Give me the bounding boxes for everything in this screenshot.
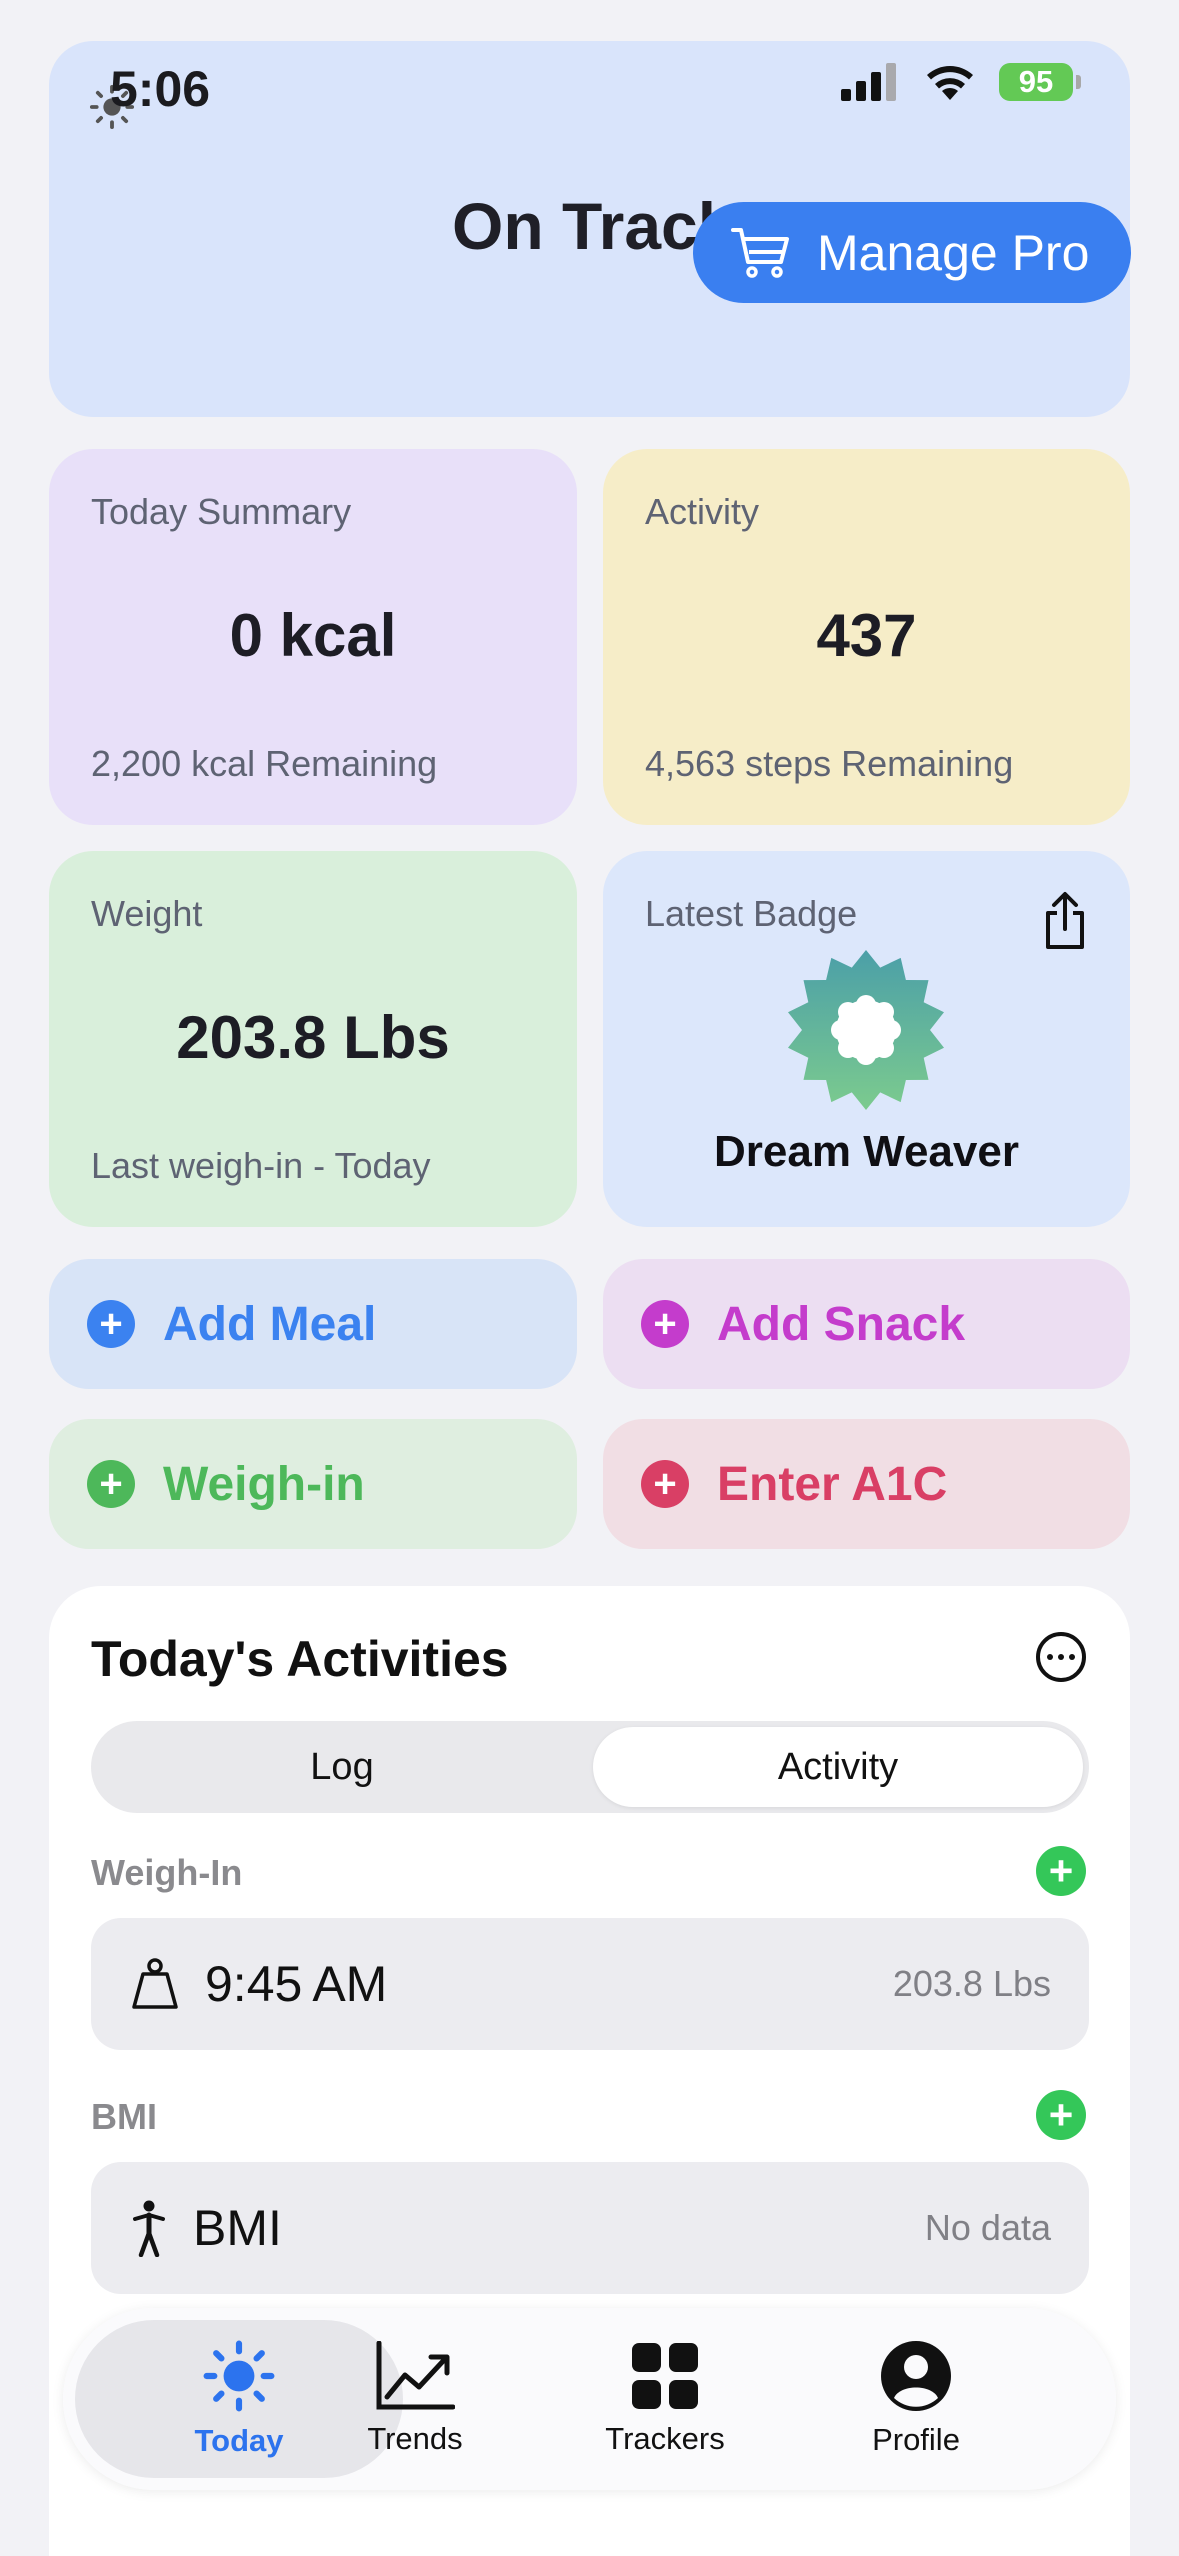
trend-chart-icon [376, 2341, 455, 2410]
segmented-control: Log Activity [91, 1721, 1089, 1813]
activity-value: 437 [816, 602, 917, 669]
add-meal-label: Add Meal [163, 1297, 377, 1351]
badge-icon [788, 950, 944, 1110]
weight-last-weigh-in: Last weigh-in - Today [91, 1145, 431, 1186]
more-options-icon[interactable] [1036, 1632, 1086, 1682]
latest-badge-card[interactable]: Latest Badge Dream Weaver [603, 851, 1130, 1227]
plus-icon: + [641, 1300, 689, 1348]
activity-label: Activity [645, 491, 760, 532]
tab-bar: Today Trends Trackers Profile [63, 2308, 1116, 2490]
tab-profile[interactable]: Profile [806, 2308, 1026, 2490]
today-summary-value: 0 kcal [229, 602, 397, 669]
bmi-row[interactable]: BMI No data [91, 2162, 1089, 2294]
activities-title: Today's Activities [91, 1631, 509, 1687]
cart-icon [731, 227, 789, 278]
enter-a1c-label: Enter A1C [717, 1457, 948, 1511]
add-snack-button[interactable]: + Add Snack [603, 1259, 1130, 1389]
sun-icon [203, 2340, 275, 2412]
tab-activity[interactable]: Activity [593, 1727, 1083, 1807]
bmi-value: No data [924, 2207, 1051, 2248]
latest-badge-label: Latest Badge [645, 893, 858, 934]
status-time: 5:06 [110, 61, 211, 117]
tab-trackers[interactable]: Trackers [555, 2308, 775, 2490]
today-summary-label: Today Summary [91, 491, 352, 532]
tab-trends[interactable]: Trends [305, 2308, 525, 2490]
status-indicators: 95 [841, 62, 1081, 102]
cellular-signal-icon [841, 63, 896, 101]
plus-icon: + [641, 1460, 689, 1508]
plus-icon: + [87, 1300, 135, 1348]
weight-value: 203.8 Lbs [176, 1004, 450, 1071]
person-figure-icon [133, 2200, 165, 2257]
weigh-in-section-label: Weigh-In [91, 1852, 243, 1893]
tab-today-label: Today [194, 2423, 284, 2458]
add-meal-button[interactable]: + Add Meal [49, 1259, 577, 1389]
weight-label: Weight [91, 893, 203, 934]
enter-a1c-button[interactable]: + Enter A1C [603, 1419, 1130, 1549]
today-summary-card[interactable]: Today Summary 0 kcal 2,200 kcal Remainin… [49, 449, 577, 825]
today-summary-remaining: 2,200 kcal Remaining [91, 743, 438, 784]
add-bmi-button[interactable]: + [1036, 2090, 1086, 2140]
grid-icon [632, 2343, 698, 2409]
profile-icon [881, 2341, 951, 2411]
bmi-label: BMI [193, 2200, 282, 2256]
scale-weight-icon [132, 1958, 178, 2009]
battery-cap [1076, 75, 1081, 89]
weight-card[interactable]: Weight 203.8 Lbs Last weigh-in - Today [49, 851, 577, 1227]
battery-level: 95 [999, 63, 1073, 101]
activity-card[interactable]: Activity 437 4,563 steps Remaining [603, 449, 1130, 825]
wifi-icon [927, 66, 973, 100]
weigh-in-value: 203.8 Lbs [892, 1963, 1051, 2004]
add-snack-label: Add Snack [717, 1297, 966, 1351]
share-icon[interactable] [1040, 891, 1090, 951]
activity-remaining: 4,563 steps Remaining [645, 743, 1014, 784]
weigh-in-row[interactable]: 9:45 AM 203.8 Lbs [91, 1918, 1089, 2050]
weigh-in-button[interactable]: + Weigh-in [49, 1419, 577, 1549]
battery-indicator: 95 [999, 63, 1081, 101]
tab-trackers-label: Trackers [605, 2421, 725, 2456]
badge-name: Dream Weaver [714, 1127, 1019, 1176]
weigh-in-label: Weigh-in [163, 1457, 365, 1511]
tab-log[interactable]: Log [97, 1727, 587, 1807]
weigh-in-time: 9:45 AM [205, 1956, 388, 2012]
manage-pro-label: Manage Pro [817, 224, 1090, 281]
plus-icon: + [87, 1460, 135, 1508]
bmi-section-label: BMI [91, 2096, 157, 2137]
manage-pro-button[interactable]: Manage Pro [693, 202, 1131, 303]
add-weigh-in-button[interactable]: + [1036, 1846, 1086, 1896]
tab-trends-label: Trends [367, 2421, 463, 2456]
tab-profile-label: Profile [872, 2422, 960, 2457]
